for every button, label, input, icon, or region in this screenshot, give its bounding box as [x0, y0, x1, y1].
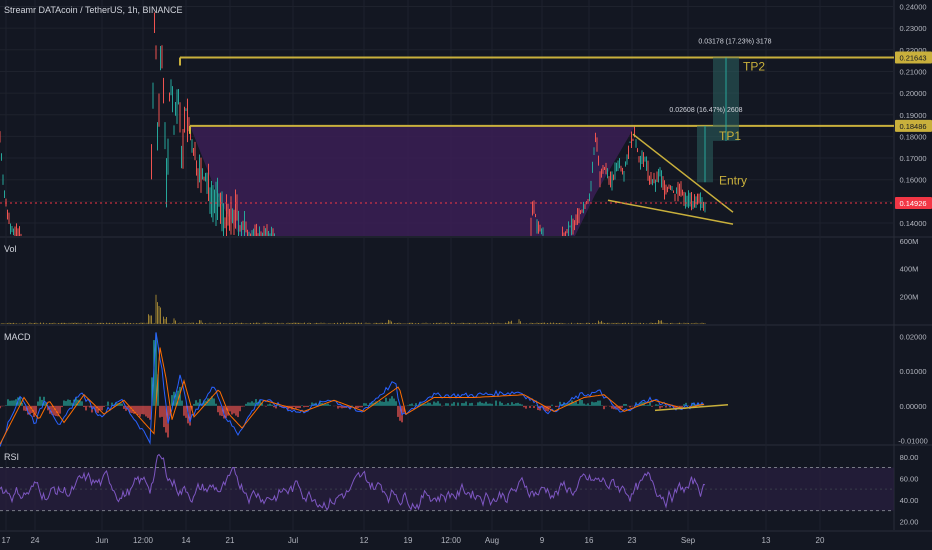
- macd-tick-label: 0.02000: [899, 332, 926, 341]
- consolidation-zone: [190, 125, 635, 236]
- x-tick-label: 12:00: [133, 536, 154, 545]
- x-tick-label: 17: [2, 536, 11, 545]
- vol-label: Vol: [4, 244, 17, 254]
- level-price-label: 0.18486: [899, 122, 926, 131]
- x-tick-label: 19: [404, 536, 413, 545]
- level-price-label: 0.21643: [899, 54, 926, 63]
- x-tick-label: 16: [585, 536, 594, 545]
- volume-tick-label: 200M: [900, 292, 919, 301]
- x-tick-label: 20: [816, 536, 825, 545]
- x-tick-label: 14: [182, 536, 191, 545]
- rsi-label: RSI: [4, 452, 20, 462]
- price-tick-label: 0.17000: [899, 154, 926, 163]
- x-tick-label: Jul: [288, 536, 298, 545]
- rsi-tick-label: 80.00: [900, 453, 919, 462]
- x-tick-label: 21: [226, 536, 235, 545]
- tp2-annotation: TP2: [743, 60, 765, 74]
- tp2-measure-label: 0.03178 (17.23%) 3178: [698, 39, 771, 46]
- current-price-label: 0.14926: [899, 199, 926, 208]
- tp1-measure-label: 0.02608 (16.47%) 2608: [669, 107, 742, 114]
- macd-label: MACD: [4, 332, 31, 342]
- panel-background: [0, 326, 894, 444]
- price-tick-label: 0.19000: [899, 111, 926, 120]
- x-tick-label: Sep: [681, 536, 696, 545]
- panel-background: [0, 238, 894, 324]
- price-tick-label: 0.21000: [899, 67, 926, 76]
- macd-tick-label: -0.01000: [898, 437, 928, 446]
- tp1-annotation: TP1: [719, 129, 741, 143]
- grid: [0, 0, 932, 532]
- trading-chart[interactable]: 0.03178 (17.23%) 3178 0.02608 (16.47%) 26…: [0, 0, 932, 550]
- x-tick-label: 13: [762, 536, 771, 545]
- entry-annotation: Entry: [719, 173, 747, 187]
- rsi-tick-label: 40.00: [900, 496, 919, 505]
- rsi-tick-label: 20.00: [900, 517, 919, 526]
- price-tick-label: 0.18000: [899, 132, 926, 141]
- x-tick-label: 23: [628, 536, 637, 545]
- x-tick-label: 24: [31, 536, 40, 545]
- chart-title: Streamr DATAcoin / TetherUS, 1h, BINANCE: [4, 5, 183, 15]
- x-tick-label: Jun: [96, 536, 109, 545]
- price-tick-label: 0.14000: [899, 219, 926, 228]
- x-tick-label: Aug: [485, 536, 499, 545]
- x-tick-label: 9: [540, 536, 545, 545]
- price-tick-label: 0.24000: [899, 2, 926, 11]
- volume-tick-label: 600M: [900, 237, 919, 246]
- price-tick-label: 0.23000: [899, 24, 926, 33]
- volume-tick-label: 400M: [900, 265, 919, 274]
- x-tick-label: 12:00: [441, 536, 462, 545]
- macd-tick-label: 0.00000: [899, 402, 926, 411]
- x-tick-label: 12: [360, 536, 369, 545]
- price-tick-label: 0.20000: [899, 89, 926, 98]
- macd-tick-label: 0.01000: [899, 367, 926, 376]
- rsi-tick-label: 60.00: [900, 474, 919, 483]
- price-tick-label: 0.16000: [899, 176, 926, 185]
